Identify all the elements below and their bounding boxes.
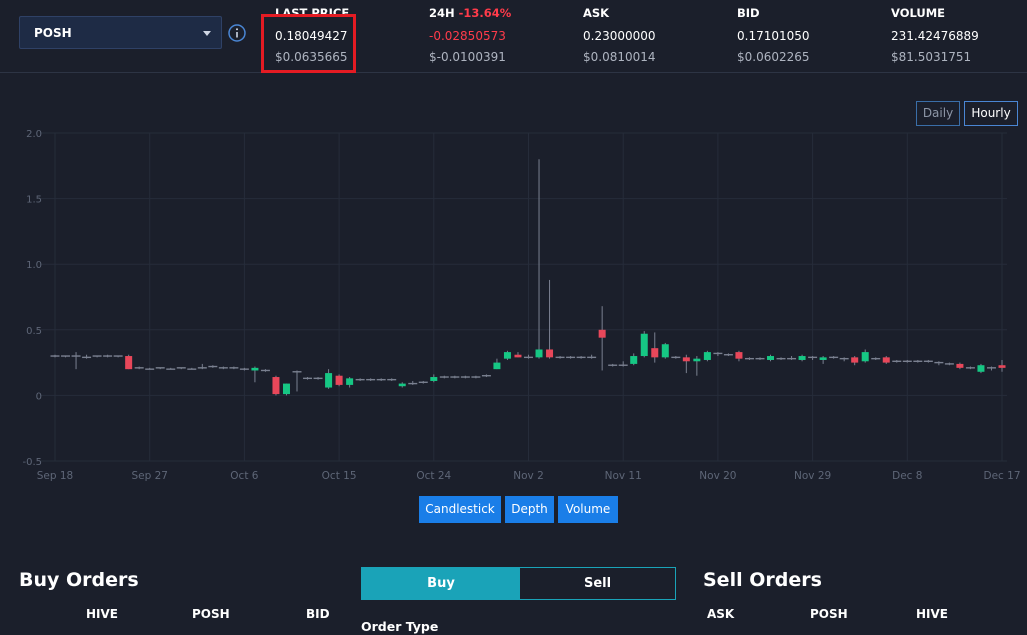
last-price-highlight (261, 14, 356, 73)
y-tick-label: 2.0 (26, 129, 42, 140)
candle-body (535, 349, 543, 358)
candle-body (514, 354, 522, 358)
candle-body (430, 377, 438, 381)
candle-body (882, 357, 890, 363)
candlestick-tab[interactable]: Candlestick (419, 496, 501, 523)
candle-body (630, 356, 638, 364)
stat-volume: VOLUME 231.42476889 $81.5031751 (891, 6, 979, 64)
stat-label: 24H (429, 6, 455, 20)
buy-col-hive: HIVE (86, 607, 118, 621)
candle-body (661, 344, 669, 358)
stat-label: BID (737, 6, 760, 20)
sell-col-posh: POSH (810, 607, 848, 621)
candle-body (125, 356, 133, 370)
volume-tab[interactable]: Volume (558, 496, 618, 523)
candle-body (735, 352, 743, 359)
buy-sell-toggle: Buy Sell (361, 567, 676, 600)
candle-body (398, 383, 406, 387)
buy-col-bid: BID (306, 607, 330, 621)
price-chart: 2.0 1.5 1.0 0.5 0 -0.5 Sep 18 Sep 27 Oct 6 Oct 15… (22, 129, 1020, 482)
candle-body (651, 348, 659, 358)
y-tick-label: -0.5 (22, 457, 42, 468)
stat-label: VOLUME (891, 6, 946, 20)
sell-orders-title: Sell Orders (703, 569, 822, 591)
stat-24h: 24H -13.64% -0.02850573 $-0.0100391 (429, 6, 511, 64)
candle-body (251, 367, 259, 371)
sell-col-ask: ASK (707, 607, 735, 621)
change-pct: -13.64% (458, 6, 512, 20)
candle-body (598, 329, 606, 338)
sell-tab[interactable]: Sell (520, 568, 675, 599)
candle-body (346, 378, 354, 385)
candle-body (851, 357, 859, 363)
x-tick-label: Oct 6 (230, 470, 258, 482)
candle-body (335, 375, 343, 385)
x-tick-label: Nov 29 (794, 470, 831, 482)
x-tick-label: Nov 20 (699, 470, 736, 482)
candle-body (640, 333, 648, 357)
y-tick-label: 1.5 (26, 195, 42, 206)
candle-body (282, 383, 290, 395)
stat-value: 0.23000000 (583, 29, 656, 43)
stat-value: 231.42476889 (891, 29, 979, 43)
y-tick-label: 0 (36, 391, 42, 402)
depth-tab[interactable]: Depth (505, 496, 554, 523)
candle-body (503, 352, 511, 359)
y-tick-label: 0.5 (26, 326, 42, 337)
order-type-label: Order Type (361, 619, 439, 634)
token-select-value: POSH (34, 26, 72, 40)
candle-body (819, 357, 827, 360)
hourly-button[interactable]: Hourly (964, 101, 1018, 126)
x-tick-label: Oct 15 (322, 470, 357, 482)
stat-usd: $81.5031751 (891, 50, 972, 64)
market-header: POSH LAST PRICE 0.18049427 $0.0635665 24… (0, 0, 1027, 73)
candle-body (325, 373, 333, 388)
candle-body (703, 352, 711, 360)
stat-ask: ASK 0.23000000 $0.0810014 (583, 6, 656, 64)
token-select[interactable]: POSH (19, 16, 222, 49)
daily-button[interactable]: Daily (916, 101, 960, 126)
stat-usd: $0.0602265 (737, 50, 810, 64)
candle-body (493, 362, 501, 370)
x-tick-label: Oct 24 (416, 470, 451, 482)
candle-body (998, 365, 1006, 368)
candle-body (767, 356, 775, 360)
stat-value: 0.17101050 (737, 29, 810, 43)
chevron-down-icon (203, 31, 211, 36)
stat-label: ASK (583, 6, 610, 20)
sell-col-hive: HIVE (916, 607, 948, 621)
x-tick-label: Dec 17 (983, 470, 1020, 482)
x-tick-label: Sep 27 (131, 470, 168, 482)
x-tick-label: Dec 8 (892, 470, 922, 482)
buy-tab[interactable]: Buy (362, 568, 520, 599)
y-tick-label: 1.0 (26, 260, 42, 271)
x-tick-label: Nov 2 (513, 470, 544, 482)
stat-usd: $0.0810014 (583, 50, 656, 64)
candle-body (693, 358, 701, 362)
candle-body (682, 357, 690, 362)
candle-body (798, 356, 806, 360)
candle-body (861, 352, 869, 362)
x-tick-label: Nov 11 (605, 470, 642, 482)
stat-usd: $-0.0100391 (429, 50, 506, 64)
buy-col-posh: POSH (192, 607, 230, 621)
candle-body (272, 377, 280, 395)
buy-orders-title: Buy Orders (19, 569, 139, 591)
candle-body (956, 363, 964, 368)
candle-body (977, 365, 985, 372)
stat-bid: BID 0.17101050 $0.0602265 (737, 6, 810, 64)
stat-value: -0.02850573 (429, 29, 506, 43)
x-tick-label: Sep 18 (37, 470, 74, 482)
info-icon[interactable] (228, 24, 246, 42)
candle-body (546, 349, 554, 358)
